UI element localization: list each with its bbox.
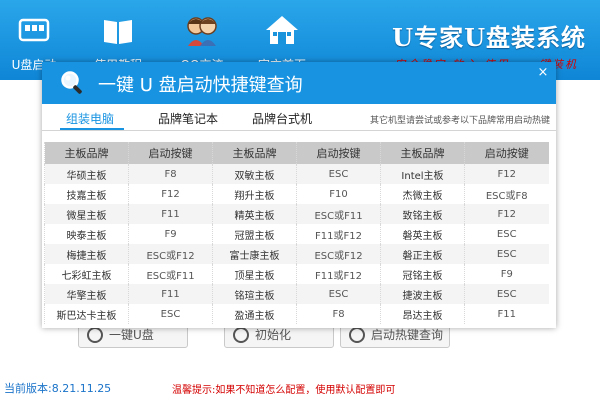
refresh-icon	[87, 327, 103, 343]
table-cell: ESC或F12	[128, 244, 213, 264]
tab-bar: 组装电脑 品牌笔记本 品牌台式机 其它机型请尝试或参考以下品牌常用启动热键	[42, 104, 556, 130]
table-cell: ESC或F8	[464, 184, 549, 204]
tab-assembled-pc[interactable]: 组装电脑	[66, 110, 114, 127]
table-cell: ESC	[464, 224, 549, 244]
table-cell: 微星主板	[44, 204, 129, 224]
table-cell: F10	[296, 184, 381, 204]
table-cell: 华擎主板	[44, 284, 129, 304]
tab-note: 其它机型请尝试或参考以下品牌常用启动热键	[369, 116, 550, 126]
table-cell: 致铭主板	[380, 204, 465, 224]
table-cell: 铭瑄主板	[212, 284, 297, 304]
table-cell: ESC或F11	[296, 204, 381, 224]
table-cell: F9	[464, 264, 549, 284]
table-cell: F11或F12	[296, 224, 381, 244]
table-cell: F8	[296, 304, 381, 324]
magnifier-icon	[61, 71, 82, 94]
bg-button-label: 初始化	[255, 328, 292, 342]
bg-button-label: 启动热键查询	[371, 328, 444, 342]
column-header: 主板品牌	[380, 142, 465, 164]
column-header: 启动按键	[464, 142, 549, 164]
dialog-header: 一键 U 盘启动快捷键查询 ×	[42, 62, 556, 104]
table-cell: 技嘉主板	[44, 184, 129, 204]
bg-button-label: 一键U盘	[109, 328, 154, 342]
tab-brand-desktop[interactable]: 品牌台式机	[252, 110, 312, 127]
table-cell: F11或F12	[296, 264, 381, 284]
table-cell: 捷波主板	[380, 284, 465, 304]
table-cell: 华硕主板	[44, 164, 129, 184]
table-cell: 磐正主板	[380, 244, 465, 264]
hotkey-query-dialog: 一键 U 盘启动快捷键查询 × 组装电脑 品牌笔记本 品牌台式机 其它机型请尝试…	[42, 62, 556, 328]
table-row: 斯巴达卡主板 ESC 盈通主板 F8 昂达主板 F11	[44, 304, 549, 324]
app-brand-title: U专家U盘装系统	[392, 23, 586, 52]
table-header-row: 主板品牌 启动按键 主板品牌 启动按键 主板品牌 启动按键	[44, 142, 549, 164]
table-cell: 冠铭主板	[380, 264, 465, 284]
table-cell: 精英主板	[212, 204, 297, 224]
table-cell: ESC或F11	[128, 264, 213, 284]
table-cell: 磐英主板	[380, 224, 465, 244]
table-cell: 映泰主板	[44, 224, 129, 244]
table-cell: 冠盟主板	[212, 224, 297, 244]
table-row: 七彩虹主板 ESC或F11 顶星主板 F11或F12 冠铭主板 F9	[44, 264, 549, 284]
table-cell: F12	[464, 164, 549, 184]
table-cell: F8	[128, 164, 213, 184]
table-cell: 翔升主板	[212, 184, 297, 204]
table-row: 映泰主板 F9 冠盟主板 F11或F12 磐英主板 ESC	[44, 224, 549, 244]
table-cell: 七彩虹主板	[44, 264, 129, 284]
hint-text: 温馨提示:如果不知道怎么配置，使用默认配置即可	[172, 385, 396, 396]
table-cell: F9	[128, 224, 213, 244]
usb-drive-icon	[18, 18, 50, 42]
close-button[interactable]: ×	[536, 66, 550, 80]
table-cell: ESC或F12	[296, 244, 381, 264]
search-icon	[349, 327, 365, 343]
divider	[42, 130, 556, 131]
hotkey-table: 主板品牌 启动按键 主板品牌 启动按键 主板品牌 启动按键 华硕主板 F8 双敏…	[44, 142, 549, 324]
table-cell: ESC	[296, 164, 381, 184]
table-cell: F11	[128, 284, 213, 304]
book-icon	[104, 20, 132, 44]
table-cell: 斯巴达卡主板	[44, 304, 129, 324]
column-header: 启动按键	[128, 142, 213, 164]
table-cell: F12	[464, 204, 549, 224]
tab-brand-laptop[interactable]: 品牌笔记本	[158, 110, 218, 127]
column-header: 主板品牌	[212, 142, 297, 164]
table-cell: ESC	[464, 284, 549, 304]
table-row: 技嘉主板 F12 翔升主板 F10 杰微主板 ESC或F8	[44, 184, 549, 204]
table-cell: 富士康主板	[212, 244, 297, 264]
people-icon	[187, 17, 217, 46]
column-header: 启动按键	[296, 142, 381, 164]
table-cell: ESC	[464, 244, 549, 264]
table-cell: 杰微主板	[380, 184, 465, 204]
table-row: 梅捷主板 ESC或F12 富士康主板 ESC或F12 磐正主板 ESC	[44, 244, 549, 264]
table-row: 华硕主板 F8 双敏主板 ESC Intel主板 F12	[44, 164, 549, 184]
table-row: 华擎主板 F11 铭瑄主板 ESC 捷波主板 ESC	[44, 284, 549, 304]
table-cell: F12	[128, 184, 213, 204]
table-cell: Intel主板	[380, 164, 465, 184]
table-cell: ESC	[296, 284, 381, 304]
table-cell: 盈通主板	[212, 304, 297, 324]
table-cell: F11	[464, 304, 549, 324]
dialog-title: 一键 U 盘启动快捷键查询	[98, 75, 303, 96]
version-label: 当前版本:8.21.11.25	[4, 382, 112, 395]
table-cell: 顶星主板	[212, 264, 297, 284]
table-cell: 梅捷主板	[44, 244, 129, 264]
table-row: 微星主板 F11 精英主板 ESC或F11 致铭主板 F12	[44, 204, 549, 224]
home-icon	[266, 16, 298, 44]
table-cell: 昂达主板	[380, 304, 465, 324]
table-cell: ESC	[128, 304, 213, 324]
table-cell: 双敏主板	[212, 164, 297, 184]
refresh-icon	[233, 327, 249, 343]
column-header: 主板品牌	[44, 142, 129, 164]
table-cell: F11	[128, 204, 213, 224]
